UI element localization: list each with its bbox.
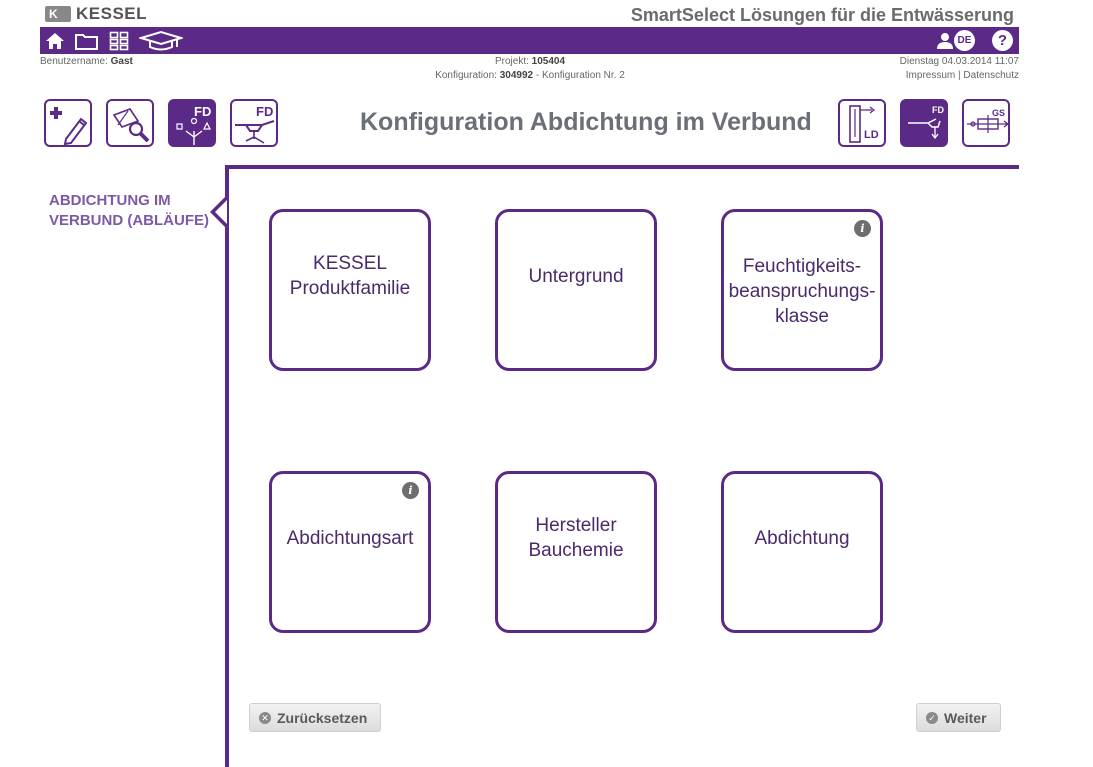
username-value: Gast — [110, 56, 133, 67]
content-frame-top — [225, 165, 1019, 169]
logo-name: KESSEL — [76, 4, 148, 23]
svg-text:GS: GS — [992, 108, 1005, 118]
info-icon[interactable]: i — [402, 482, 419, 499]
datenschutz-link[interactable]: Datenschutz — [963, 70, 1019, 81]
reset-label: Zurücksetzen — [277, 709, 368, 726]
project-info: Projekt: 105404 Konfiguration: 304992 - … — [380, 55, 680, 83]
next-label: Weiter — [944, 709, 987, 726]
username-info: Benutzername: Gast — [40, 55, 133, 69]
card-kessel-produktfamilie[interactable]: KESSEL Produktfamilie — [269, 209, 431, 371]
ld-icon: LD — [849, 105, 879, 143]
config-label: Konfiguration: — [435, 70, 497, 81]
fd-pipe-icon: FD — [908, 105, 944, 140]
svg-text:LD: LD — [864, 129, 879, 141]
svg-text:FD: FD — [932, 105, 944, 115]
card-abdichtungsart[interactable]: i Abdichtungsart — [269, 471, 431, 633]
svg-text:FD: FD — [256, 104, 273, 119]
gs-icon: GS — [967, 108, 1010, 133]
reset-button[interactable]: ✕ Zurücksetzen — [249, 703, 382, 732]
search-plan-icon — [112, 108, 150, 143]
check-icon: ✓ — [926, 711, 938, 724]
reset-icon: ✕ — [259, 711, 271, 724]
info-icon[interactable]: i — [854, 220, 871, 237]
config-name: - Konfiguration Nr. 2 — [535, 70, 625, 81]
ld-tile[interactable]: LD — [838, 99, 886, 147]
card-hersteller-bauchemie[interactable]: Hersteller Bauchemie — [495, 471, 657, 633]
next-button[interactable]: ✓ Weiter — [916, 703, 1001, 732]
card-label: Abdichtung — [754, 527, 850, 549]
new-configuration-button[interactable] — [44, 99, 92, 147]
new-pencil-icon — [50, 107, 88, 146]
meta-info: Dienstag 04.03.2014 11:07 Impressum | Da… — [900, 55, 1019, 83]
impressum-link[interactable]: Impressum — [906, 70, 955, 81]
link-separator: | — [958, 70, 961, 81]
project-number: 105404 — [531, 56, 566, 67]
card-label: Hersteller Bauchemie — [528, 515, 624, 561]
graduation-cap-icon[interactable] — [139, 29, 183, 52]
fd-config-icon: FD — [176, 104, 211, 145]
project-label: Projekt: — [494, 56, 529, 67]
card-label: KESSEL Produktfamilie — [289, 253, 411, 299]
user-icon[interactable] — [935, 29, 955, 52]
username-label: Benutzername: — [40, 56, 108, 67]
content-frame-left — [225, 165, 229, 767]
app-title: SmartSelect Lösungen für die Entwässerun… — [630, 5, 1014, 25]
top-navbar: DE ? — [40, 27, 1019, 54]
card-label: Feuchtigkeits-beanspruchungs-klasse — [728, 255, 876, 327]
svg-text:FD: FD — [194, 104, 211, 119]
fd-drain-icon: FD — [235, 104, 275, 144]
gs-tile[interactable]: GS — [962, 99, 1010, 147]
language-selector[interactable]: DE — [954, 30, 975, 51]
card-feuchtigkeitsbeanspruchungsklasse[interactable]: i Feuchtigkeits-beanspruchungs-klasse — [721, 209, 883, 371]
kessel-logo: K KESSEL — [45, 4, 147, 24]
grid-icon[interactable] — [108, 29, 130, 52]
folder-icon[interactable] — [73, 29, 99, 52]
help-icon[interactable]: ? — [992, 30, 1013, 51]
page-title: Konfiguration Abdichtung im Verbund — [360, 108, 812, 136]
card-untergrund[interactable]: Untergrund — [495, 209, 657, 371]
config-id: 304992 — [499, 70, 534, 81]
search-plan-button[interactable] — [106, 99, 154, 147]
datetime: Dienstag 04.03.2014 11:07 — [899, 56, 1019, 67]
sidebar-title: ABDICHTUNG IM VERBUND (ABLÄUFE) — [49, 192, 209, 229]
fd-drain-tile[interactable]: FD — [230, 99, 278, 147]
card-label: Abdichtungsart — [286, 527, 414, 549]
card-abdichtung[interactable]: Abdichtung — [721, 471, 883, 633]
fd-configuration-tile[interactable]: FD — [168, 99, 216, 147]
card-label: Untergrund — [528, 265, 624, 287]
home-icon[interactable] — [44, 29, 66, 52]
fd-pipe-tile[interactable]: FD — [900, 99, 948, 147]
logo-mark: K — [45, 6, 71, 22]
